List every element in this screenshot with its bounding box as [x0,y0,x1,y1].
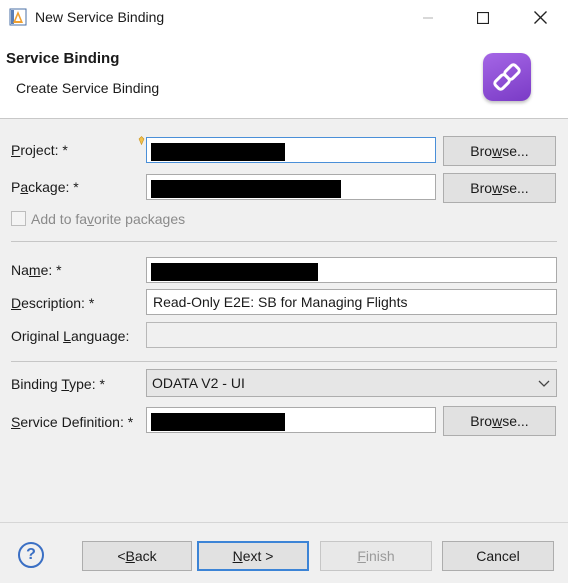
name-input[interactable] [146,257,557,283]
service-definition-browse-button[interactable]: Bro w se... [443,406,556,436]
page-title: Service Binding [6,50,120,67]
add-to-favorite-label: Add to favorite packages [31,211,186,227]
close-icon [533,11,547,24]
section-divider [11,241,557,242]
redacted-block [151,263,318,281]
package-input[interactable] [146,174,436,200]
eclipse-adt-icon [9,8,27,26]
add-to-favorite-checkbox[interactable] [11,211,26,226]
next-button[interactable]: Next > [197,541,309,571]
maximize-button[interactable] [460,0,506,35]
redacted-block [151,143,285,161]
finish-button[interactable]: Finish [320,541,432,571]
title-bar: New Service Binding [0,0,568,35]
binding-type-label: Binding Type: * [11,376,105,392]
original-language-input[interactable] [146,322,557,348]
chevron-down-icon [538,380,550,387]
redacted-block [151,413,285,431]
redacted-block [151,180,341,198]
cancel-button[interactable]: Cancel [442,541,554,571]
close-button[interactable] [517,0,563,35]
minimize-button[interactable] [405,0,451,35]
binding-type-value: ODATA V2 - UI [152,375,245,391]
window-title: New Service Binding [35,9,165,25]
project-browse-button[interactable]: Bro w se... [443,136,556,166]
project-input[interactable] [146,137,436,163]
service-definition-label: Service Definition: * [11,414,134,430]
help-icon: ? [26,546,36,563]
package-browse-button[interactable]: Bro w se... [443,173,556,203]
maximize-icon [477,11,489,24]
new-service-binding-dialog: New Service Binding Service Binding Crea… [0,0,568,583]
section-divider [11,361,557,362]
service-binding-logo [483,53,531,101]
description-input[interactable]: Read-Only E2E: SB for Managing Flights [146,289,557,315]
service-definition-input[interactable] [146,407,436,433]
name-label: Name: * [11,262,62,278]
back-button[interactable]: < Back [82,541,192,571]
minimize-icon [423,17,433,18]
original-language-label: Original Language: [11,328,130,344]
project-label: Project: * [11,142,68,158]
content-assist-hint-icon [138,136,145,145]
package-label: Package: * [11,179,79,195]
help-button[interactable]: ? [18,542,44,568]
binding-type-select[interactable]: ODATA V2 - UI [146,369,557,397]
service-binding-link-icon [493,63,521,91]
wizard-header: Service Binding Create Service Binding [0,35,568,119]
description-label: Description: * [11,295,95,311]
page-subtitle: Create Service Binding [16,80,160,96]
footer-divider [0,522,568,523]
